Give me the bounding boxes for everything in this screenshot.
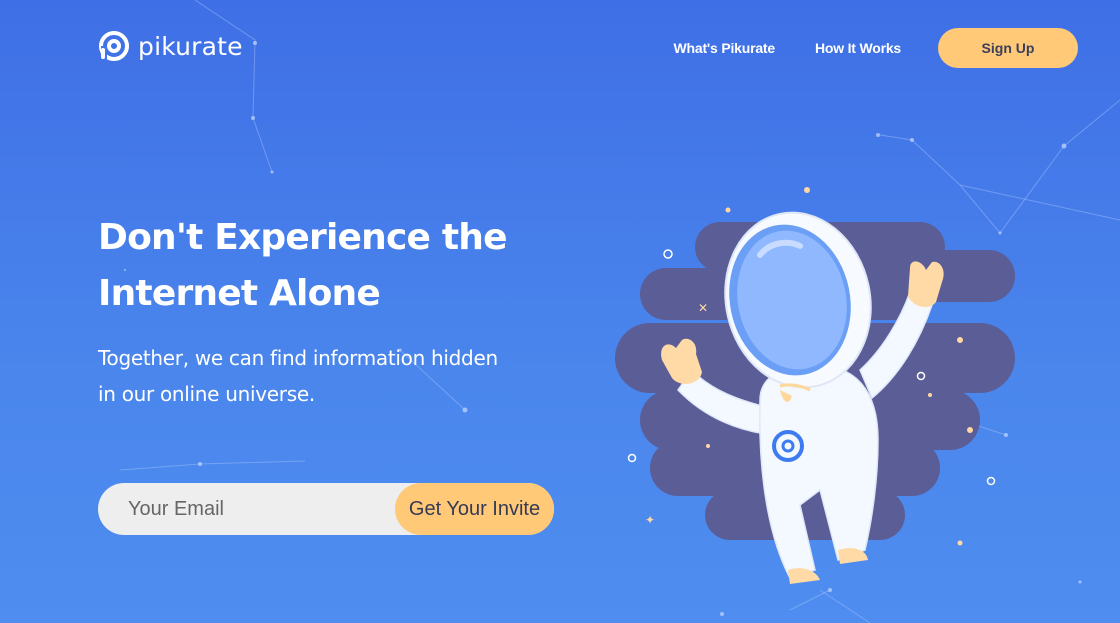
svg-text:✦: ✦ xyxy=(645,513,655,527)
pikurate-logo-icon xyxy=(99,31,129,61)
email-input[interactable] xyxy=(98,482,395,536)
invite-form: Get Your Invite xyxy=(98,482,554,536)
hero-headline: Don't Experience the Internet Alone xyxy=(98,217,508,314)
hero-subhead: Together, we can find information hidden… xyxy=(98,346,498,406)
svg-text:✕: ✕ xyxy=(698,301,708,315)
brand-name: pikurate xyxy=(138,31,243,61)
nav-link-whats-pikurate[interactable]: What's Pikurate xyxy=(674,40,776,56)
nav-link-how-it-works[interactable]: How It Works xyxy=(815,40,901,56)
astronaut-illustration: ✕ ✦ xyxy=(615,187,1015,584)
top-nav: What's Pikurate How It Works Sign Up xyxy=(674,28,1078,68)
get-invite-button[interactable]: Get Your Invite xyxy=(395,483,554,535)
sign-up-button[interactable]: Sign Up xyxy=(938,28,1078,68)
brand-logo[interactable]: pikurate xyxy=(98,30,243,62)
